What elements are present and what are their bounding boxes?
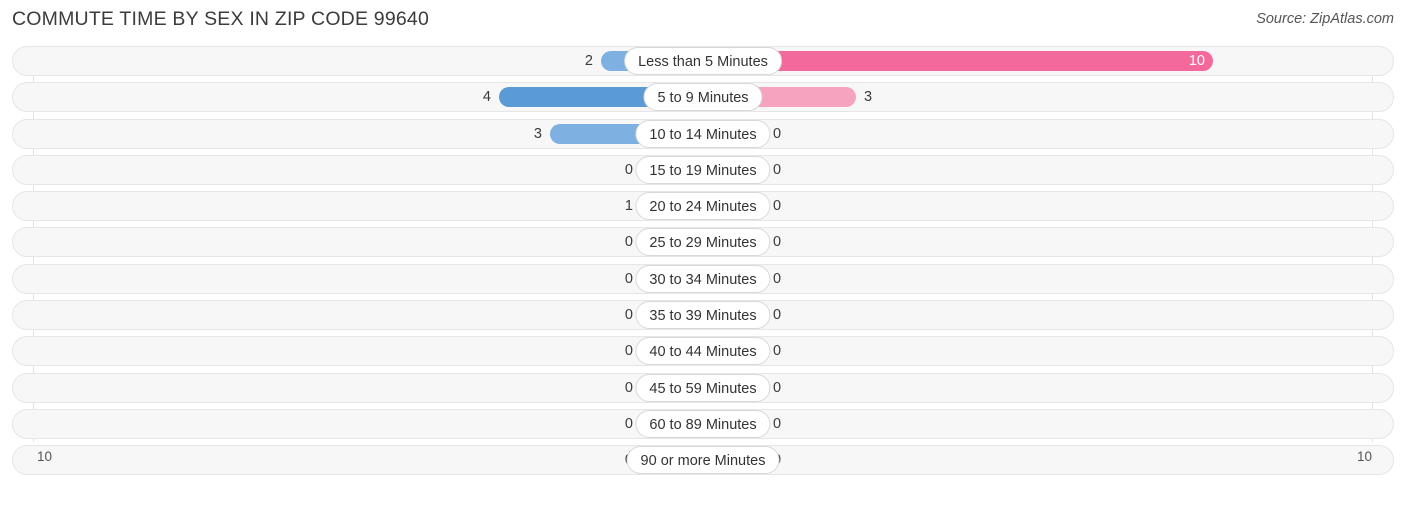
bar-value-male: 0 [624,234,633,251]
category-label-pill: 10 to 14 Minutes [635,119,771,148]
bar-value-female: 3 [864,89,873,106]
bar-value-male: 0 [624,343,633,360]
bar-row: 4 3 5 to 9 Minutes [0,82,1406,113]
bar-value-female: 0 [773,198,782,215]
category-label-pill: 60 to 89 Minutes [635,409,771,438]
bar-row: 2 10 Less than 5 Minutes [0,46,1406,76]
category-label-pill: 15 to 19 Minutes [635,155,771,184]
chart-plot-area: 2 10 Less than 5 Minutes 4 3 5 to 9 Minutes 3 0… [0,46,1406,478]
bar-value-male: 0 [624,379,633,396]
bar-rows-container: 2 10 Less than 5 Minutes 4 3 5 to 9 Minutes 3 0… [0,46,1406,482]
category-label-pill: 35 to 39 Minutes [635,301,771,330]
bar-value-female: 10 [1188,53,1205,69]
bar-value-female: 0 [773,270,782,287]
category-label-pill: 25 to 29 Minutes [635,228,771,257]
bar-value-male: 0 [624,415,633,432]
bar-value-female: 0 [773,161,782,178]
bar-value-female: 0 [773,415,782,432]
bar-row: 0 0 60 to 89 Minutes [0,408,1406,439]
page-title: COMMUTE TIME BY SEX IN ZIP CODE 99640 [12,8,430,30]
bar-value-female: 0 [773,307,782,324]
bar-row: 0 0 25 to 29 Minutes [0,227,1406,258]
bar-value-male: 0 [624,270,633,287]
bar-row: 0 0 40 to 44 Minutes [0,336,1406,367]
category-label-pill: Less than 5 Minutes [624,47,782,75]
bar-value-male: 2 [584,53,593,69]
bar-value-female: 0 [773,343,782,360]
category-label-pill: 90 or more Minutes [626,446,780,475]
bar-row: 1 0 20 to 24 Minutes [0,191,1406,222]
bar-row: 3 0 10 to 14 Minutes [0,118,1406,149]
bar-row: 0 0 30 to 34 Minutes [0,263,1406,294]
bar-row: 0 0 35 to 39 Minutes [0,300,1406,331]
bar-row: 0 0 15 to 19 Minutes [0,154,1406,185]
category-label-pill: 20 to 24 Minutes [635,192,771,221]
bar-value-male: 0 [624,161,633,178]
source-attribution: Source: ZipAtlas.com [1256,11,1394,27]
bar-value-male: 4 [482,89,491,106]
category-label-pill: 30 to 34 Minutes [635,264,771,293]
category-label-pill: 45 to 59 Minutes [635,373,771,402]
bar-value-female: 0 [773,379,782,396]
bar-value-male: 0 [624,307,633,324]
bar-value-female: 0 [773,125,782,142]
bar-value-male: 3 [533,125,542,142]
bar-row: 0 0 45 to 59 Minutes [0,372,1406,403]
bar-value-female: 0 [773,234,782,251]
category-label-pill: 40 to 44 Minutes [635,337,771,366]
bar-value-male: 1 [624,198,633,215]
chart-header: COMMUTE TIME BY SEX IN ZIP CODE 99640 So… [0,0,1406,40]
category-label-pill: 5 to 9 Minutes [643,83,763,112]
